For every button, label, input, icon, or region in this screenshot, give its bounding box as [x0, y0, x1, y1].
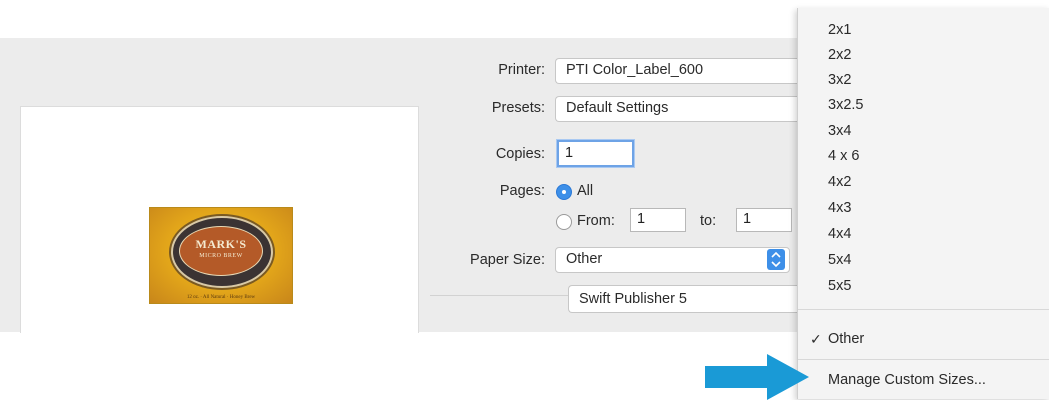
pages-all-label: All: [577, 183, 594, 199]
paper-size-menu: 2x1 2x2 3x2 3x2.5 3x4 4 x 6 4x2 4x3 4x4 …: [797, 8, 1049, 399]
paper-size-popup[interactable]: Other: [555, 247, 790, 273]
menu-item-size[interactable]: 4x3: [828, 198, 851, 218]
paper-size-value: Other: [566, 251, 603, 267]
menu-item-size[interactable]: 3x2.5: [828, 95, 863, 115]
label-subtitle: MICRO BREW: [199, 253, 243, 259]
pages-from-radio[interactable]: [556, 214, 572, 230]
label-seal: MARK'S MICRO BREW: [171, 216, 273, 288]
up-down-stepper-icon[interactable]: [767, 249, 785, 270]
menu-item-other[interactable]: Other: [828, 329, 864, 349]
print-preview: MARK'S MICRO BREW 12 oz. · All Natural ·…: [20, 106, 419, 333]
presets-popup[interactable]: Default Settings: [555, 96, 800, 122]
pages-label: Pages:: [499, 183, 545, 199]
menu-separator: [798, 309, 1049, 310]
copies-field[interactable]: 1: [557, 140, 634, 167]
menu-item-size[interactable]: 3x4: [828, 121, 851, 141]
manage-custom-sizes-item[interactable]: Manage Custom Sizes...: [828, 370, 986, 390]
menu-separator: [798, 359, 1049, 360]
menu-item-size[interactable]: 2x2: [828, 45, 851, 65]
right-arrow-icon: [705, 354, 809, 400]
paper-size-label: Paper Size:: [470, 252, 545, 268]
menu-item-size[interactable]: 2x1: [828, 20, 851, 40]
label-title: MARK'S: [195, 237, 247, 251]
pages-from-field[interactable]: 1: [630, 208, 686, 232]
menu-item-size[interactable]: 5x5: [828, 276, 851, 296]
menu-item-size[interactable]: 3x2: [828, 70, 851, 90]
label-footer: 12 oz. · All Natural · Honey Brew: [186, 295, 256, 300]
app-options-popup[interactable]: Swift Publisher 5: [568, 285, 800, 313]
checkmark-icon: ✓: [810, 331, 822, 347]
label-preview-image: MARK'S MICRO BREW 12 oz. · All Natural ·…: [149, 207, 293, 304]
copies-label: Copies:: [495, 146, 545, 162]
menu-item-size[interactable]: 4x2: [828, 172, 851, 192]
presets-label: Presets:: [491, 100, 545, 116]
pages-to-field[interactable]: 1: [736, 208, 792, 232]
label-seal-inner: MARK'S MICRO BREW: [179, 226, 263, 276]
menu-item-size[interactable]: 4 x 6: [828, 146, 859, 166]
pages-from-label: From:: [577, 213, 615, 229]
menu-item-size[interactable]: 4x4: [828, 224, 851, 244]
printer-popup[interactable]: PTI Color_Label_600: [555, 58, 800, 84]
menu-item-size[interactable]: 5x4: [828, 250, 851, 270]
printer-label: Printer:: [498, 62, 545, 78]
pages-all-radio[interactable]: [556, 184, 572, 200]
pages-to-label: to:: [700, 213, 717, 229]
